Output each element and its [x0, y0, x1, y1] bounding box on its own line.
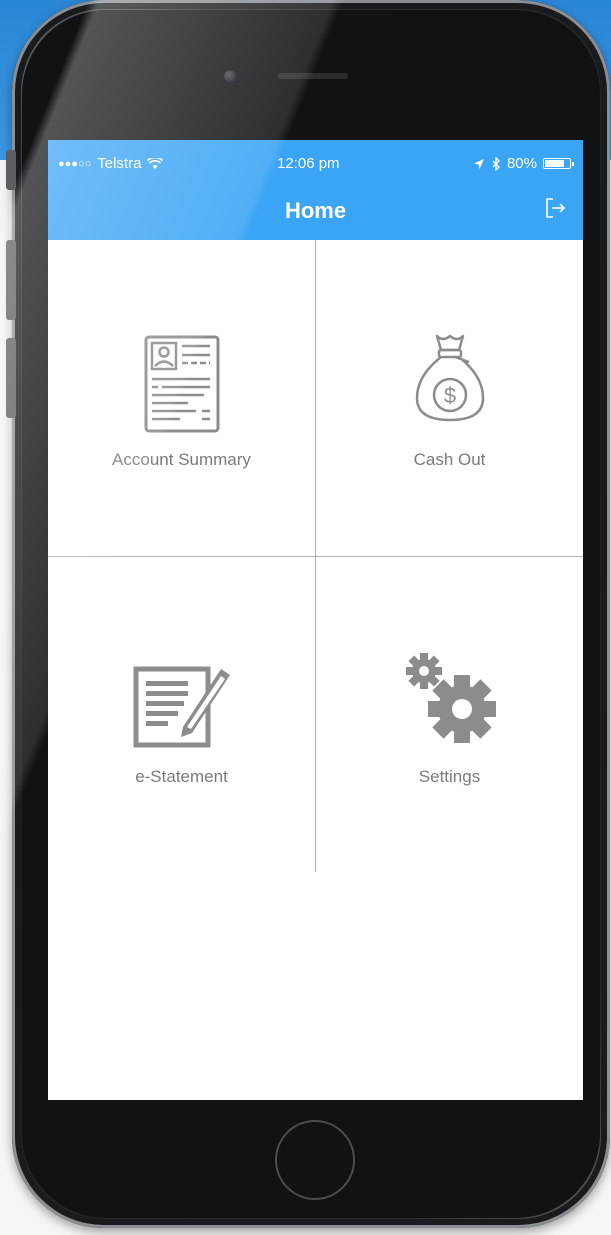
- app-screen: ●●●○○ Telstra 12:06 pm 80% Home Account …: [48, 140, 583, 1100]
- status-bar: ●●●○○ Telstra 12:06 pm 80%: [48, 140, 583, 180]
- mute-switch: [6, 150, 16, 190]
- svg-text:$: $: [443, 383, 455, 408]
- tile-label: Cash Out: [413, 450, 486, 469]
- status-right: 80%: [473, 155, 574, 172]
- battery-level: [545, 160, 564, 167]
- tile-account-summary[interactable]: Account Summary: [48, 240, 315, 556]
- page-title: Home: [284, 198, 347, 223]
- wifi-icon: [147, 157, 164, 169]
- bluetooth-icon: [492, 156, 500, 171]
- navigation-bar: Home: [48, 180, 583, 240]
- tile-settings[interactable]: Settings: [316, 557, 583, 873]
- earpiece-speaker: [278, 73, 348, 79]
- logout-icon[interactable]: [543, 196, 567, 220]
- tile-label: Settings: [418, 767, 481, 786]
- statement-pen-icon: [133, 666, 230, 748]
- status-time: 12:06 pm: [277, 155, 340, 172]
- tile-label: e-Statement: [135, 767, 228, 786]
- tile-cash-out[interactable]: $ Cash Out: [316, 240, 583, 556]
- home-menu-grid: Account Summary $ Cash Out e-Statement S…: [48, 240, 583, 872]
- battery-percent: 80%: [506, 155, 537, 172]
- home-button[interactable]: [275, 1120, 355, 1200]
- status-left: ●●●○○ Telstra: [58, 155, 164, 172]
- location-arrow-icon: [473, 158, 484, 169]
- signal-strength-icon: ●●●○○: [58, 157, 92, 170]
- battery-icon: [543, 158, 574, 169]
- carrier-name: Telstra: [97, 155, 142, 172]
- account-summary-icon: [144, 335, 219, 433]
- volume-down-button: [6, 338, 16, 418]
- front-camera: [224, 70, 236, 82]
- tile-label: Account Summary: [112, 450, 251, 469]
- volume-up-button: [6, 240, 16, 320]
- money-bag-icon: $: [415, 334, 484, 422]
- tile-e-statement[interactable]: e-Statement: [48, 557, 315, 873]
- gears-icon: [405, 653, 496, 743]
